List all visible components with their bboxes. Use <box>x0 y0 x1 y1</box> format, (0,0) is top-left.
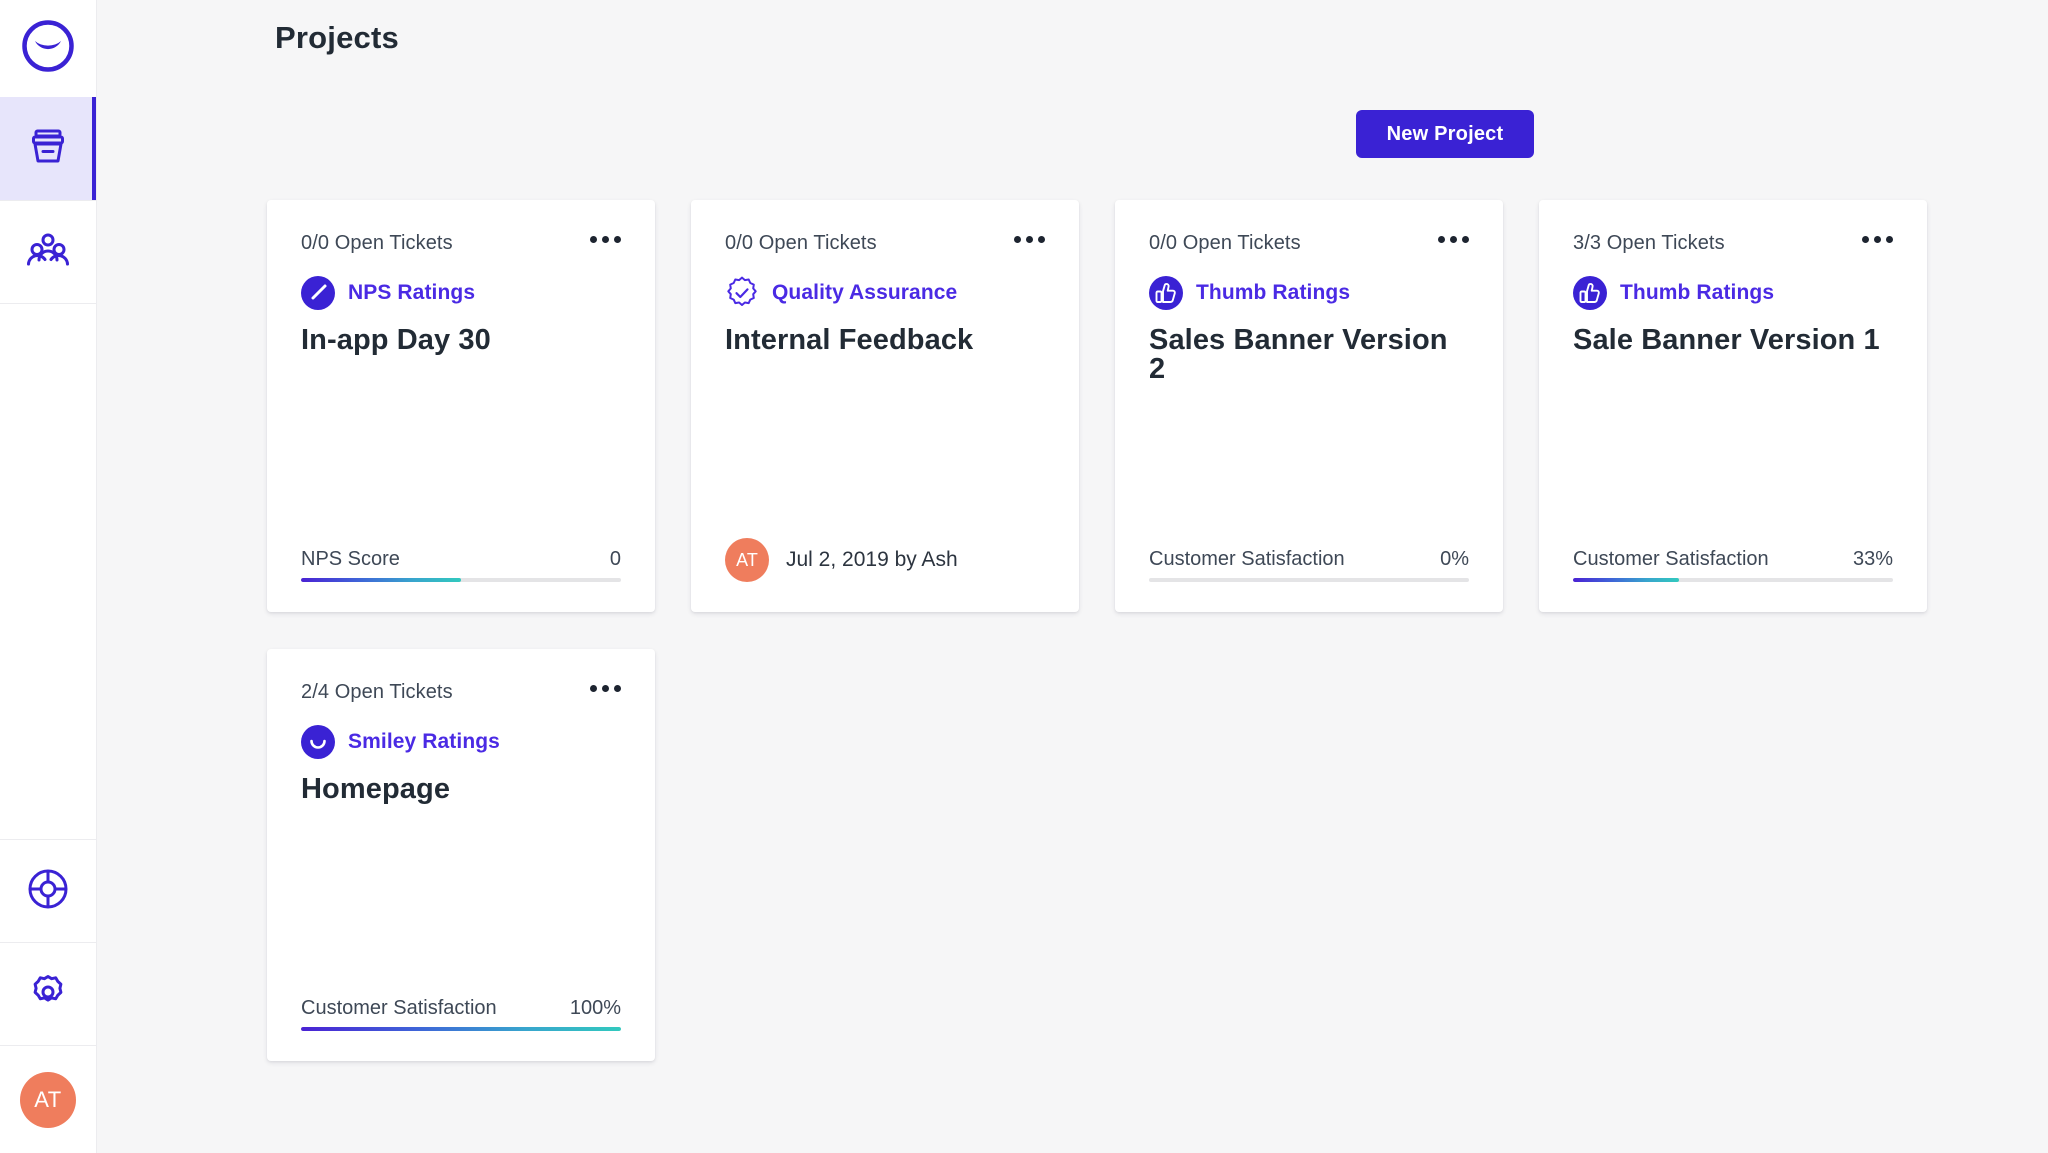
card-header: 0/0 Open Tickets <box>1149 232 1469 260</box>
card-overflow-menu-icon[interactable] <box>1852 232 1893 247</box>
gear-icon <box>26 970 70 1019</box>
metric-label: NPS Score <box>301 548 400 570</box>
project-type-label: Quality Assurance <box>772 281 958 304</box>
project-type-row: Thumb Ratings <box>1573 276 1893 310</box>
metric-progress-fill <box>1573 578 1679 582</box>
card-footer: Customer Satisfaction 0% <box>1149 548 1469 612</box>
project-type-row: Smiley Ratings <box>301 725 621 759</box>
project-type-row: Thumb Ratings <box>1149 276 1469 310</box>
brand-logo[interactable] <box>0 0 96 97</box>
smiley-logo-icon <box>21 19 75 78</box>
sidebar-item-projects[interactable] <box>0 97 96 200</box>
sidebar-item-help[interactable] <box>0 839 96 942</box>
card-header: 2/4 Open Tickets <box>301 681 621 709</box>
card-header: 3/3 Open Tickets <box>1573 232 1893 260</box>
project-type-row: Quality Assurance <box>725 276 1045 310</box>
byline-avatar: AT <box>725 538 769 582</box>
metric-progress-bar <box>1149 578 1469 582</box>
project-card[interactable]: 0/0 Open Tickets NPS Ratings In-app Day … <box>267 200 655 612</box>
metric-value: 0% <box>1440 548 1469 570</box>
open-tickets-count: 0/0 Open Tickets <box>725 232 877 254</box>
archive-box-icon <box>25 123 71 174</box>
byline-text: Jul 2, 2019 by Ash <box>786 548 958 571</box>
card-footer: NPS Score 0 <box>301 548 621 612</box>
project-card[interactable]: 0/0 Open Tickets Thumb Ratings Sales Ban… <box>1115 200 1503 612</box>
metric-progress-bar <box>301 1027 621 1031</box>
thumbs-up-icon <box>1573 276 1607 310</box>
sidebar-item-team[interactable] <box>0 200 96 303</box>
metric-label: Customer Satisfaction <box>1149 548 1345 570</box>
sidebar-spacer <box>0 303 96 839</box>
metric-label: Customer Satisfaction <box>301 997 497 1019</box>
metric-progress-bar <box>301 578 621 582</box>
open-tickets-count: 2/4 Open Tickets <box>301 681 453 703</box>
project-title: Sales Banner Version 2 <box>1149 324 1448 385</box>
project-card[interactable]: 0/0 Open Tickets Quality Assurance Inter… <box>691 200 1079 612</box>
thumbs-up-icon <box>1149 276 1183 310</box>
metric-row: Customer Satisfaction 0% <box>1149 548 1469 578</box>
metric-label: Customer Satisfaction <box>1573 548 1769 570</box>
open-tickets-count: 0/0 Open Tickets <box>301 232 453 254</box>
metric-row: NPS Score 0 <box>301 548 621 578</box>
project-type-label: Smiley Ratings <box>348 730 500 753</box>
project-title: Internal Feedback <box>725 324 974 356</box>
quality-seal-check-icon <box>725 276 759 310</box>
page-title: Projects <box>275 20 399 55</box>
card-header: 0/0 Open Tickets <box>301 232 621 260</box>
card-overflow-menu-icon[interactable] <box>580 232 621 247</box>
project-title: Sale Banner Version 1 <box>1573 324 1880 356</box>
project-type-label: Thumb Ratings <box>1196 281 1351 304</box>
metric-row: Customer Satisfaction 33% <box>1573 548 1893 578</box>
card-footer: Customer Satisfaction 100% <box>301 997 621 1061</box>
sidebar-item-settings[interactable] <box>0 942 96 1045</box>
sidebar-user-avatar[interactable]: AT <box>0 1045 96 1153</box>
card-byline: AT Jul 2, 2019 by Ash <box>725 538 1045 582</box>
metric-value: 33% <box>1852 548 1893 570</box>
nps-gauge-icon <box>301 276 335 310</box>
project-type-row: NPS Ratings <box>301 276 621 310</box>
project-title: In-app Day 30 <box>301 324 491 356</box>
life-ring-icon <box>26 867 70 916</box>
metric-progress-fill <box>301 1027 621 1031</box>
metric-progress-bar <box>1573 578 1893 582</box>
project-card[interactable]: 3/3 Open Tickets Thumb Ratings Sale Bann… <box>1539 200 1927 612</box>
smiley-face-icon <box>301 725 335 759</box>
metric-progress-fill <box>301 578 461 582</box>
project-type-label: Thumb Ratings <box>1620 281 1775 304</box>
open-tickets-count: 3/3 Open Tickets <box>1573 232 1725 254</box>
avatar-initials: AT <box>20 1071 76 1128</box>
metric-row: Customer Satisfaction 100% <box>301 997 621 1027</box>
card-footer: AT Jul 2, 2019 by Ash <box>725 538 1045 612</box>
card-header: 0/0 Open Tickets <box>725 232 1045 260</box>
card-overflow-menu-icon[interactable] <box>1428 232 1469 247</box>
project-card[interactable]: 2/4 Open Tickets Smiley Ratings Homepage… <box>267 649 655 1061</box>
metric-value: 100% <box>569 997 621 1019</box>
card-overflow-menu-icon[interactable] <box>1004 232 1045 247</box>
sidebar: AT <box>0 0 97 1153</box>
people-group-icon <box>26 228 70 277</box>
new-project-button[interactable]: New Project <box>1356 110 1534 158</box>
project-cards-grid: 0/0 Open Tickets NPS Ratings In-app Day … <box>267 200 2007 1061</box>
card-overflow-menu-icon[interactable] <box>580 681 621 696</box>
metric-value: 0 <box>609 548 621 570</box>
open-tickets-count: 0/0 Open Tickets <box>1149 232 1301 254</box>
card-footer: Customer Satisfaction 33% <box>1573 548 1893 612</box>
project-type-label: NPS Ratings <box>348 281 476 304</box>
main-content: Projects New Project 0/0 Open Tickets NP… <box>97 0 2048 1153</box>
app-root: AT Projects New Project 0/0 Open Tickets… <box>0 0 2048 1153</box>
project-title: Homepage <box>301 773 451 805</box>
